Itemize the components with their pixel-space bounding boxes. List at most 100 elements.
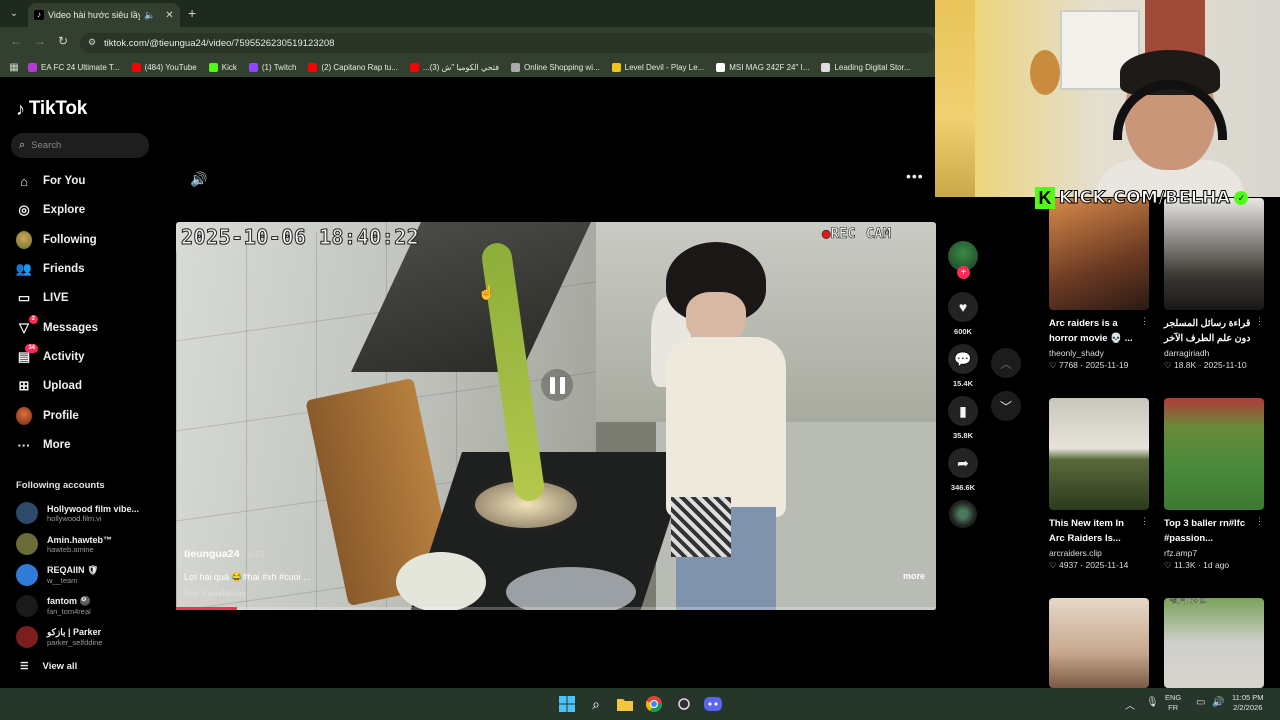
clock-date: 2/2/2026 xyxy=(1233,703,1263,712)
sidebar-item-explore[interactable]: ◎ Explore xyxy=(16,202,85,218)
related-video-card[interactable] xyxy=(1049,598,1149,688)
volume-icon[interactable]: 🔊 xyxy=(190,171,207,188)
next-video-chevron-down-icon[interactable]: ﹀ xyxy=(991,391,1021,421)
site-info-icon[interactable]: ⚙ xyxy=(88,37,96,48)
comment-action[interactable]: 💬 15.4K xyxy=(948,344,978,388)
speaker-icon[interactable]: 🔊 xyxy=(1212,697,1224,708)
microphone-icon[interactable]: 🎙 xyxy=(1146,697,1159,708)
related-video-thumbnail[interactable] xyxy=(1049,198,1149,310)
card-menu-icon[interactable]: ⋮ xyxy=(1140,316,1149,346)
bookmark-item[interactable]: (2) Capitano Rap tu... xyxy=(308,62,398,72)
following-account-item[interactable]: fantom 🎱 fan_tom4real xyxy=(16,595,91,617)
video-progress-bar[interactable] xyxy=(176,607,936,610)
back-arrow-icon[interactable]: ← xyxy=(10,34,22,48)
related-video-thumbnail[interactable] xyxy=(1049,598,1149,688)
network-icon[interactable]: ▭ xyxy=(1196,697,1205,708)
video-author[interactable]: tieungua24 · 1-15 xyxy=(184,548,265,560)
bookmark-icon[interactable]: ▮ xyxy=(948,396,978,426)
sidebar-item-more[interactable]: ··· More xyxy=(16,437,71,453)
more-options-icon[interactable]: ••• xyxy=(906,168,924,184)
related-video-title[interactable]: قراءة رسائل المسلجر دون علم الطرف الآخر xyxy=(1164,316,1255,346)
bookmark-item[interactable]: (484) YouTube xyxy=(131,62,197,72)
new-tab-plus-icon[interactable]: + xyxy=(188,5,196,21)
bookmark-item[interactable]: Leading Digital Stor... xyxy=(821,62,911,72)
see-translation-link[interactable]: See translation xyxy=(184,588,245,598)
card-menu-icon[interactable]: ⋮ xyxy=(1140,516,1149,546)
comment-icon[interactable]: 💬 xyxy=(948,344,978,374)
video-post-time: · 1-15 xyxy=(242,549,265,559)
related-video-thumbnail[interactable] xyxy=(1164,198,1264,310)
save-action[interactable]: ▮ 35.8K xyxy=(948,396,978,440)
sidebar-item-for-you[interactable]: ⌂ For You xyxy=(16,173,85,189)
related-video-user[interactable]: theonly_shady xyxy=(1049,348,1149,358)
windows-start-icon[interactable] xyxy=(557,694,577,714)
sidebar-item-following[interactable]: Following xyxy=(16,231,97,249)
following-account-item[interactable]: REQAIIN 🛡 w__team xyxy=(16,564,98,586)
related-video-title[interactable]: This New item In Arc Raiders Is... xyxy=(1049,516,1140,546)
related-video-thumbnail[interactable] xyxy=(1164,398,1264,510)
tab-search-chevron-icon[interactable]: ⌄ xyxy=(6,6,22,22)
music-disc-icon[interactable] xyxy=(949,500,977,528)
file-explorer-icon[interactable] xyxy=(615,694,635,714)
related-video-thumbnail[interactable] xyxy=(1049,398,1149,510)
sidebar-item-activity[interactable]: ▤ 34 Activity xyxy=(16,344,85,365)
tab-audio-icon[interactable]: 🔈 xyxy=(144,10,155,21)
related-video-card[interactable]: قراءة رسائل المسلجر دون علم الطرف الآخر ⋮… xyxy=(1164,198,1264,371)
bookmark-item[interactable]: EA FC 24 Ultimate T... xyxy=(28,62,120,72)
discord-icon[interactable] xyxy=(703,694,723,714)
language-indicator[interactable]: ENG FR xyxy=(1165,693,1181,713)
search-input[interactable]: ⌕ Search xyxy=(11,133,149,158)
tiktok-logo[interactable]: ♪ TikTok xyxy=(16,98,87,120)
related-video-user[interactable]: rfz.amp7 xyxy=(1164,548,1264,558)
following-account-item[interactable]: Hollywood film vibe... hollywood.film.vi xyxy=(16,502,139,524)
sidebar-item-friends[interactable]: 👥 Friends xyxy=(16,261,85,277)
previous-video-chevron-up-icon[interactable]: ︿ xyxy=(991,348,1021,378)
chrome-icon[interactable] xyxy=(644,694,664,714)
caption-more-button[interactable]: more xyxy=(903,571,925,581)
sidebar-item-messages[interactable]: ▽ 2 Messages xyxy=(16,315,98,336)
related-video-card[interactable]: This New item In Arc Raiders Is... ⋮ arcra… xyxy=(1049,398,1149,571)
related-video-user[interactable]: arcraiders.clip xyxy=(1049,548,1149,558)
bookmark-item[interactable]: ...فتحي الكوميا "ش (3) xyxy=(409,62,499,72)
taskbar-search-icon[interactable]: ⌕ xyxy=(586,694,606,714)
bookmark-item[interactable]: (1) Twitch xyxy=(248,62,296,72)
url-field[interactable]: tiktok.com/@tieungua24/video/75955262305… xyxy=(80,33,935,53)
heart-icon[interactable]: ♥ xyxy=(948,292,978,322)
card-menu-icon[interactable]: ⋮ xyxy=(1255,516,1264,546)
tray-chevron-up-icon[interactable]: ︿ xyxy=(1125,697,1135,712)
bookmark-label: EA FC 24 Ultimate T... xyxy=(41,62,120,72)
sidebar-item-live[interactable]: ▭ LIVE xyxy=(16,290,69,306)
video-player[interactable] xyxy=(176,222,936,610)
sidebar-item-profile[interactable]: Profile xyxy=(16,407,79,425)
bookmark-item[interactable]: Level Devil - Play Le... xyxy=(611,62,704,72)
related-video-card[interactable]: Arc raiders is a horror movie 💀 ... ⋮ theo… xyxy=(1049,198,1149,371)
related-video-user[interactable]: darragiriadh xyxy=(1164,348,1264,358)
like-action[interactable]: ♥ 600K xyxy=(948,292,978,336)
obs-icon[interactable] xyxy=(674,694,694,714)
forward-arrow-icon[interactable]: → xyxy=(34,34,46,48)
related-video-card[interactable]: Top 3 baller rn#lfc #passion... ⋮ rfz.amp7… xyxy=(1164,398,1264,571)
camera-timestamp: 2025-10-06 18:40:22 xyxy=(180,225,420,250)
share-action[interactable]: ➦ 346.6K xyxy=(948,448,978,492)
browser-tab-active[interactable]: ♪ Video hài hước siêu lầy lội 🔈 ✕ xyxy=(28,3,180,27)
tab-close-icon[interactable]: ✕ xyxy=(165,10,173,21)
related-video-title[interactable]: Top 3 baller rn#lfc #passion... xyxy=(1164,516,1255,546)
account-text: REQAIIN 🛡 w__team xyxy=(47,565,98,585)
related-video-card[interactable] xyxy=(1164,598,1264,688)
bookmark-item[interactable]: MSI MAG 242F 24" I... xyxy=(716,62,809,72)
related-video-thumbnail[interactable] xyxy=(1164,598,1264,688)
related-video-title[interactable]: Arc raiders is a horror movie 💀 ... xyxy=(1049,316,1140,346)
bookmark-item[interactable]: Online Shopping wi... xyxy=(511,62,600,72)
bookmark-item[interactable]: Kick xyxy=(208,62,237,72)
view-all-link[interactable]: ☰ View all xyxy=(20,661,77,672)
card-menu-icon[interactable]: ⋮ xyxy=(1255,316,1264,346)
follow-plus-icon[interactable]: + xyxy=(957,266,970,279)
share-icon[interactable]: ➦ xyxy=(948,448,978,478)
taskbar-clock[interactable]: 11:05 PM 2/2/2026 xyxy=(1232,693,1264,713)
reload-icon[interactable]: ↻ xyxy=(58,34,68,48)
following-account-item[interactable]: بازكو | Parker parker_selfddine xyxy=(16,626,102,648)
apps-grid-icon[interactable]: ▦ xyxy=(0,62,28,73)
sidebar-item-upload[interactable]: ⊞ Upload xyxy=(16,378,82,394)
following-account-item[interactable]: Amin.hawteb™ hawteb.amine xyxy=(16,533,112,555)
pause-icon[interactable] xyxy=(541,369,573,401)
